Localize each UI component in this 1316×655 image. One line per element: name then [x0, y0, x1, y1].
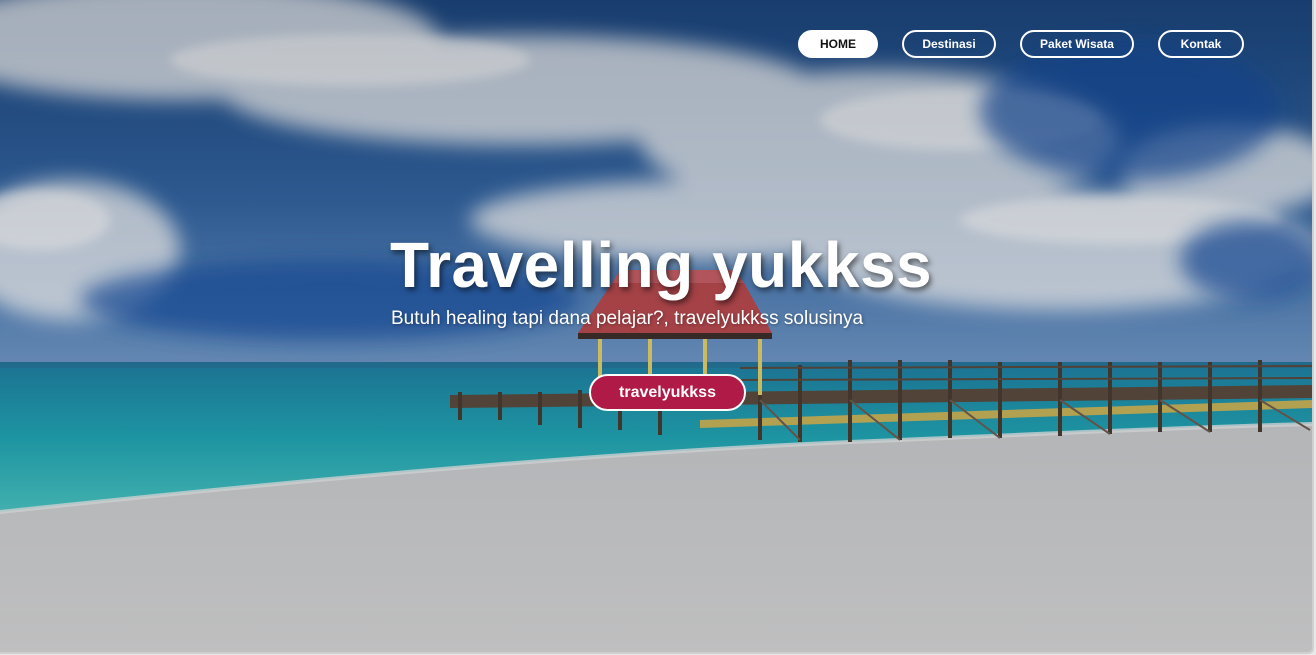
hero-title: Travelling yukkss [390, 229, 933, 301]
nav-home-link[interactable]: HOME [798, 30, 878, 58]
travelyukkss-cta-button[interactable]: travelyukkss [589, 374, 746, 411]
hero-section: HOME Destinasi Paket Wisata Kontak Trave… [0, 0, 1314, 654]
nav-paket-wisata-link[interactable]: Paket Wisata [1020, 30, 1134, 58]
main-navigation: HOME Destinasi Paket Wisata Kontak [798, 30, 1244, 58]
nav-kontak-link[interactable]: Kontak [1158, 30, 1244, 58]
hero-subtitle: Butuh healing tapi dana pelajar?, travel… [391, 308, 864, 329]
nav-destinasi-link[interactable]: Destinasi [902, 30, 996, 58]
